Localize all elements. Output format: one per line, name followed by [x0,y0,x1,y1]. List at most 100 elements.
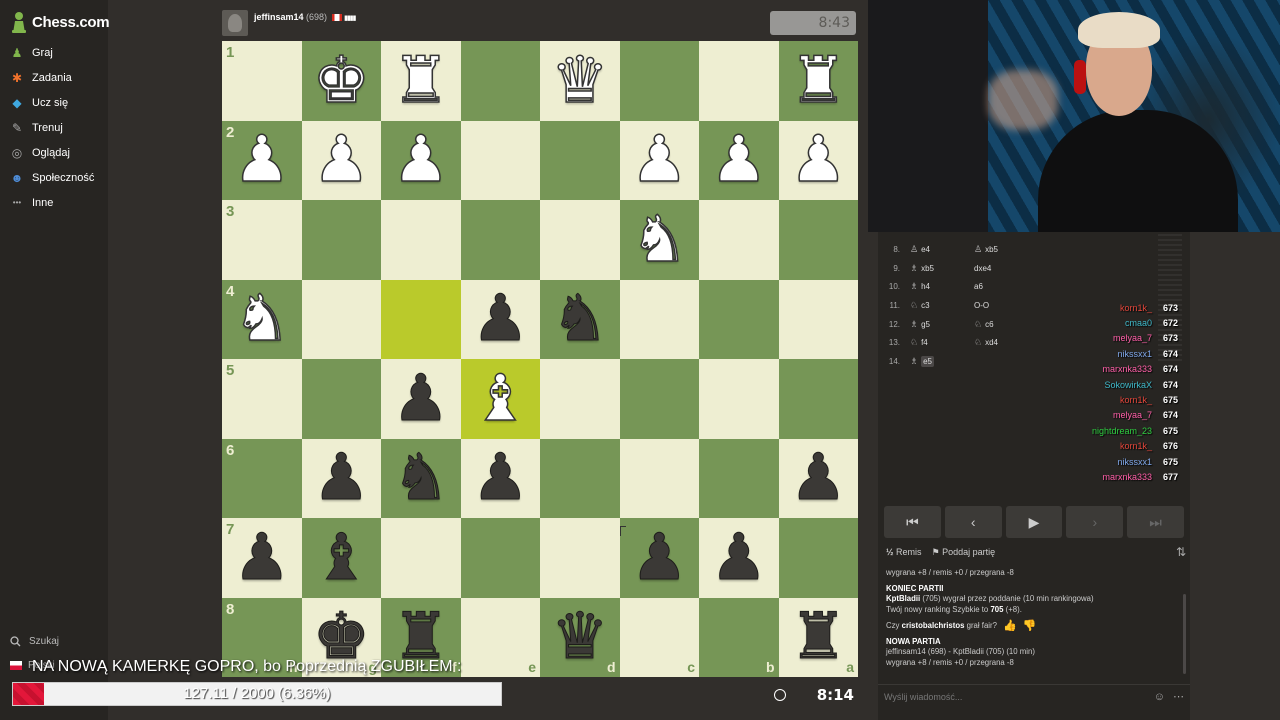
white-pawn-icon[interactable]: ♟ [630,128,689,194]
player-avatar[interactable] [222,10,248,36]
black-move[interactable]: ♙ xb5 [968,244,1032,255]
fair-player[interactable]: cristobalchristos [902,621,965,630]
flip-board-icon[interactable]: ⇅ [1176,545,1186,559]
board-square[interactable]: ♟ [381,359,461,439]
board-square[interactable] [699,41,779,121]
board-square[interactable]: 6 [222,438,302,518]
black-pawn-icon[interactable]: ♟ [471,446,529,511]
board-square[interactable]: ♜ [381,41,461,121]
sidebar-item-5[interactable]: ☻ Społeczność [0,165,108,190]
white-rook-icon[interactable]: ♜ [391,48,450,114]
white-move[interactable]: ♗ h4 [904,281,968,292]
play-button[interactable]: ▶ [1005,506,1063,538]
board-square[interactable] [460,120,540,200]
sidebar-item-6[interactable]: ••• Inne [0,190,108,215]
black-move[interactable]: dxe4 [968,264,1032,273]
previous-move-button[interactable]: ‹ [944,506,1002,538]
board-square[interactable]: 1 [222,41,302,121]
black-bishop-icon[interactable]: ♝ [312,525,370,590]
top-player-name[interactable]: jeffinsam14 (698) ▮▮▮▮ [254,12,357,22]
board-square[interactable]: e [460,597,540,677]
draw-button[interactable]: ½ Remis [886,547,922,557]
board-square[interactable] [778,359,858,439]
chess-board[interactable]: 1 ♚ ♜ ♛ ♜ 2 ♟ ♟ ♟ ♟ ♟ ♟ 3 ♞ 4 ♞ ♟ ♞ 5 ♟ ♝ 6 ♟ ♞ ♟ ♟ 7 ♟ ♝ ♟ ♟ 8 h g ♚ f ♜ e d ♛… [222,41,858,677]
white-pawn-icon[interactable]: ♟ [232,128,291,194]
board-square[interactable] [540,438,620,518]
board-square[interactable] [460,41,540,121]
board-square[interactable] [540,120,620,200]
sidebar-item-3[interactable]: ✎ Trenuj [0,115,108,140]
board-square[interactable] [301,200,381,280]
board-square[interactable]: ♟ [619,518,699,598]
white-move[interactable]: ♘ f4 [904,337,968,348]
board-square[interactable]: ♝ [301,518,381,598]
resign-button[interactable]: ⚑ Poddaj partię [932,547,996,558]
board-square[interactable] [540,518,620,598]
board-square[interactable]: ♚ [301,41,381,121]
board-square[interactable] [460,200,540,280]
board-square[interactable] [381,518,461,598]
first-move-button[interactable]: ⏮ [884,506,941,538]
black-queen-icon[interactable]: ♛ [551,605,609,670]
board-square[interactable]: ♟ [301,120,381,200]
chess-com-logo[interactable]: Chess.com [10,10,110,34]
board-square[interactable]: 5 [222,359,302,439]
white-move[interactable]: ♗ g5 [904,319,968,330]
board-square[interactable] [778,200,858,280]
white-king-icon[interactable]: ♚ [312,48,371,114]
board-square[interactable]: ♟ [619,120,699,200]
board-square[interactable]: b [699,597,779,677]
chat-input[interactable]: Wyślij wiadomość... ☺ ⋯ [878,684,1190,708]
black-move[interactable]: ♘ xd4 [968,337,1032,348]
board-square[interactable] [460,518,540,598]
black-pawn-icon[interactable]: ♟ [471,287,529,352]
board-square[interactable]: ♟ [699,518,779,598]
white-move[interactable]: ♙ e4 [904,244,968,255]
black-pawn-icon[interactable]: ♟ [789,446,847,511]
board-square[interactable] [778,279,858,359]
white-move[interactable]: ♗ e5 [904,355,968,367]
board-square[interactable] [699,359,779,439]
board-square[interactable] [381,279,461,359]
next-move-button[interactable]: › [1066,506,1124,538]
sidebar-item-2[interactable]: ◆ Ucz się [0,90,108,115]
white-rook-icon[interactable]: ♜ [789,48,848,114]
white-pawn-icon[interactable]: ♟ [391,128,450,194]
board-square[interactable] [301,359,381,439]
board-square[interactable] [778,518,858,598]
board-square[interactable] [540,359,620,439]
board-square[interactable]: c [619,597,699,677]
board-square[interactable] [699,279,779,359]
black-pawn-icon[interactable]: ♟ [710,525,768,590]
board-square[interactable] [619,279,699,359]
board-square[interactable]: ♟ [699,120,779,200]
log-scrollbar[interactable] [1183,594,1186,674]
black-rook-icon[interactable]: ♜ [789,605,847,670]
board-square[interactable]: ♟ [301,438,381,518]
board-square[interactable] [540,200,620,280]
white-pawn-icon[interactable]: ♟ [709,128,768,194]
black-pawn-icon[interactable]: ♟ [233,525,291,590]
black-move[interactable]: O-O [968,301,1032,310]
board-square[interactable]: 2 ♟ [222,120,302,200]
board-square[interactable]: ♟ [381,120,461,200]
board-square[interactable] [301,279,381,359]
board-square[interactable]: 7 ♟ [222,518,302,598]
sidebar-item-4[interactable]: ◎ Oglądaj [0,140,108,165]
board-square[interactable] [699,200,779,280]
white-knight-icon[interactable]: ♞ [232,287,291,353]
board-square[interactable] [619,438,699,518]
board-square[interactable]: ♞ [619,200,699,280]
board-square[interactable] [619,41,699,121]
white-move[interactable]: ♘ c3 [904,300,968,311]
white-pawn-icon[interactable]: ♟ [789,128,848,194]
thumbs-up-icon[interactable]: 👍 [1003,621,1017,632]
board-square[interactable]: ♞ [540,279,620,359]
board-square[interactable]: ♟ [778,120,858,200]
sidebar-search[interactable]: Szukaj [10,636,59,647]
black-knight-icon[interactable]: ♞ [392,446,450,511]
black-pawn-icon[interactable]: ♟ [312,446,370,511]
white-queen-icon[interactable]: ♛ [550,48,609,114]
winner-name[interactable]: KptBladii [886,594,920,603]
board-square[interactable]: ♝ [460,359,540,439]
